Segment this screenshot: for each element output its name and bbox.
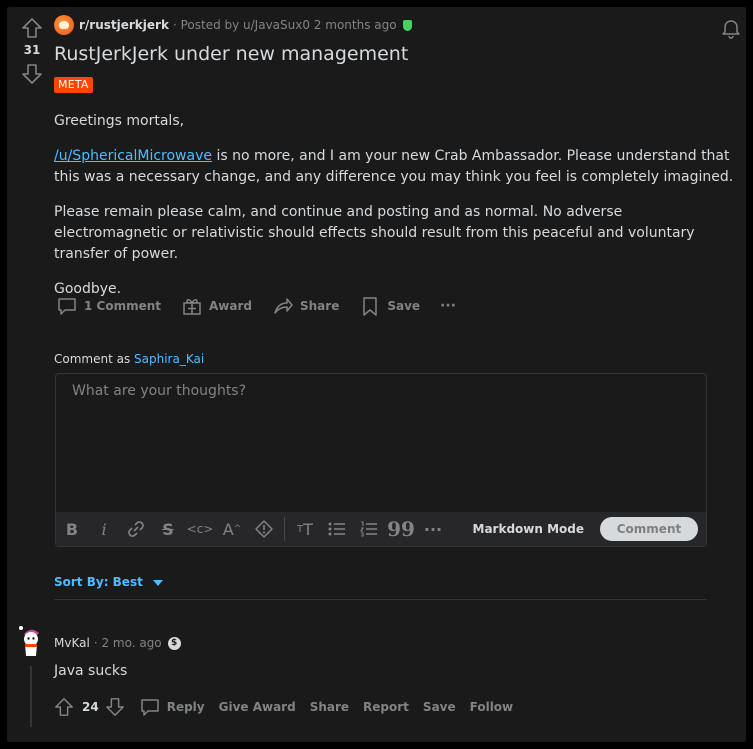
caret-down-icon — [152, 580, 163, 586]
body-paragraph: /u/SphericalMicrowave is no more, and I … — [54, 148, 734, 185]
sort-label: Sort By: Best — [54, 575, 143, 589]
follow-button[interactable]: Follow — [470, 700, 514, 714]
numbered-list-icon[interactable] — [353, 513, 385, 545]
spoiler-icon[interactable] — [248, 513, 280, 545]
gift-icon — [183, 299, 201, 315]
avatar[interactable] — [17, 624, 45, 658]
toolbar-divider — [284, 517, 285, 541]
comment-as-label: Comment as Saphira_Kai — [54, 352, 205, 366]
post-score: 31 — [23, 43, 41, 57]
posted-by: · Posted by u/JavaSux0 2 months ago — [172, 18, 397, 32]
strikethrough-icon[interactable]: S — [152, 513, 184, 545]
editor-toolbar: B i S <c> A ^ TT 99 ··· Markdown Mode Com… — [56, 512, 706, 546]
comment-save-button[interactable]: Save — [423, 700, 456, 714]
comment-meta: MvKal · 2 mo. ago $ — [54, 636, 181, 650]
comment-submit-button[interactable]: Comment — [600, 517, 698, 541]
sort-dropdown[interactable]: Sort By: Best — [54, 575, 163, 589]
share-icon — [274, 298, 293, 314]
upvote-icon[interactable] — [21, 17, 43, 39]
comments-button[interactable]: 1 Comment — [56, 295, 161, 317]
reply-button[interactable]: Reply — [167, 700, 205, 714]
coin-badge-icon: $ — [167, 636, 181, 650]
user-link[interactable]: /u/SphericalMicrowave — [54, 148, 212, 164]
award-button[interactable]: Award — [181, 295, 252, 317]
body-paragraph: Please remain please calm, and continue … — [54, 204, 695, 262]
comment-author[interactable]: MvKal — [54, 636, 90, 650]
more-formatting-icon[interactable]: ··· — [417, 513, 449, 545]
post-body: Greetings mortals, /u/SphericalMicrowave… — [54, 111, 734, 314]
comment-as-username[interactable]: Saphira_Kai — [134, 352, 204, 366]
markdown-mode-button[interactable]: Markdown Mode — [473, 522, 585, 536]
report-button[interactable]: Report — [363, 700, 409, 714]
italic-icon[interactable]: i — [88, 513, 120, 545]
inline-code-icon[interactable]: <c> — [184, 513, 216, 545]
divider — [54, 599, 707, 600]
bookmark-icon — [363, 297, 378, 316]
more-options-button[interactable]: ··· — [440, 298, 456, 314]
more-icon: ··· — [440, 298, 457, 314]
body-paragraph: Greetings mortals, — [54, 113, 185, 129]
post-card: 31 r/rustjerkjerk · Posted by u/JavaSux0… — [7, 7, 746, 742]
superscript-icon[interactable]: A ^ — [216, 513, 248, 545]
post-meta: r/rustjerkjerk · Posted by u/JavaSux0 2 … — [54, 15, 412, 35]
bold-icon[interactable]: B — [56, 513, 88, 545]
subreddit-link[interactable]: r/rustjerkjerk — [79, 18, 169, 32]
save-button[interactable]: Save — [359, 295, 420, 317]
share-button[interactable]: Share — [272, 295, 339, 317]
comment-textarea[interactable] — [56, 374, 706, 512]
link-icon[interactable] — [120, 513, 152, 545]
comment-editor: B i S <c> A^ TT 99 ··· Markdown Mode Com… — [55, 373, 707, 547]
bell-icon[interactable] — [720, 17, 742, 39]
comment-upvote-icon[interactable] — [54, 697, 74, 717]
downvote-icon[interactable] — [21, 63, 43, 85]
vote-column: 31 — [19, 17, 45, 85]
quote-block-icon[interactable]: 99 — [385, 513, 417, 545]
comment-actions: 24 Reply Give Award Share Report Save Fo… — [54, 696, 513, 718]
give-award-button[interactable]: Give Award — [219, 700, 296, 714]
comment-body: Java sucks — [54, 663, 128, 679]
comment-thread-line[interactable] — [30, 666, 32, 727]
bulleted-list-icon[interactable] — [321, 513, 353, 545]
post-flair[interactable]: META — [54, 77, 93, 93]
post-actions: 1 Comment Award Share Save ··· — [56, 295, 476, 317]
subreddit-icon[interactable] — [54, 15, 74, 35]
heading-icon[interactable]: TT — [289, 513, 321, 545]
comment-icon — [58, 298, 76, 315]
comment-time: · 2 mo. ago — [93, 636, 162, 650]
comment-share-button[interactable]: Share — [310, 700, 349, 714]
comment-downvote-icon[interactable] — [105, 697, 125, 717]
reply-comment-icon[interactable] — [139, 696, 161, 718]
post-title[interactable]: RustJerkJerk under new management — [54, 43, 408, 65]
shield-icon — [402, 19, 412, 31]
comment-score: 24 — [82, 700, 99, 714]
